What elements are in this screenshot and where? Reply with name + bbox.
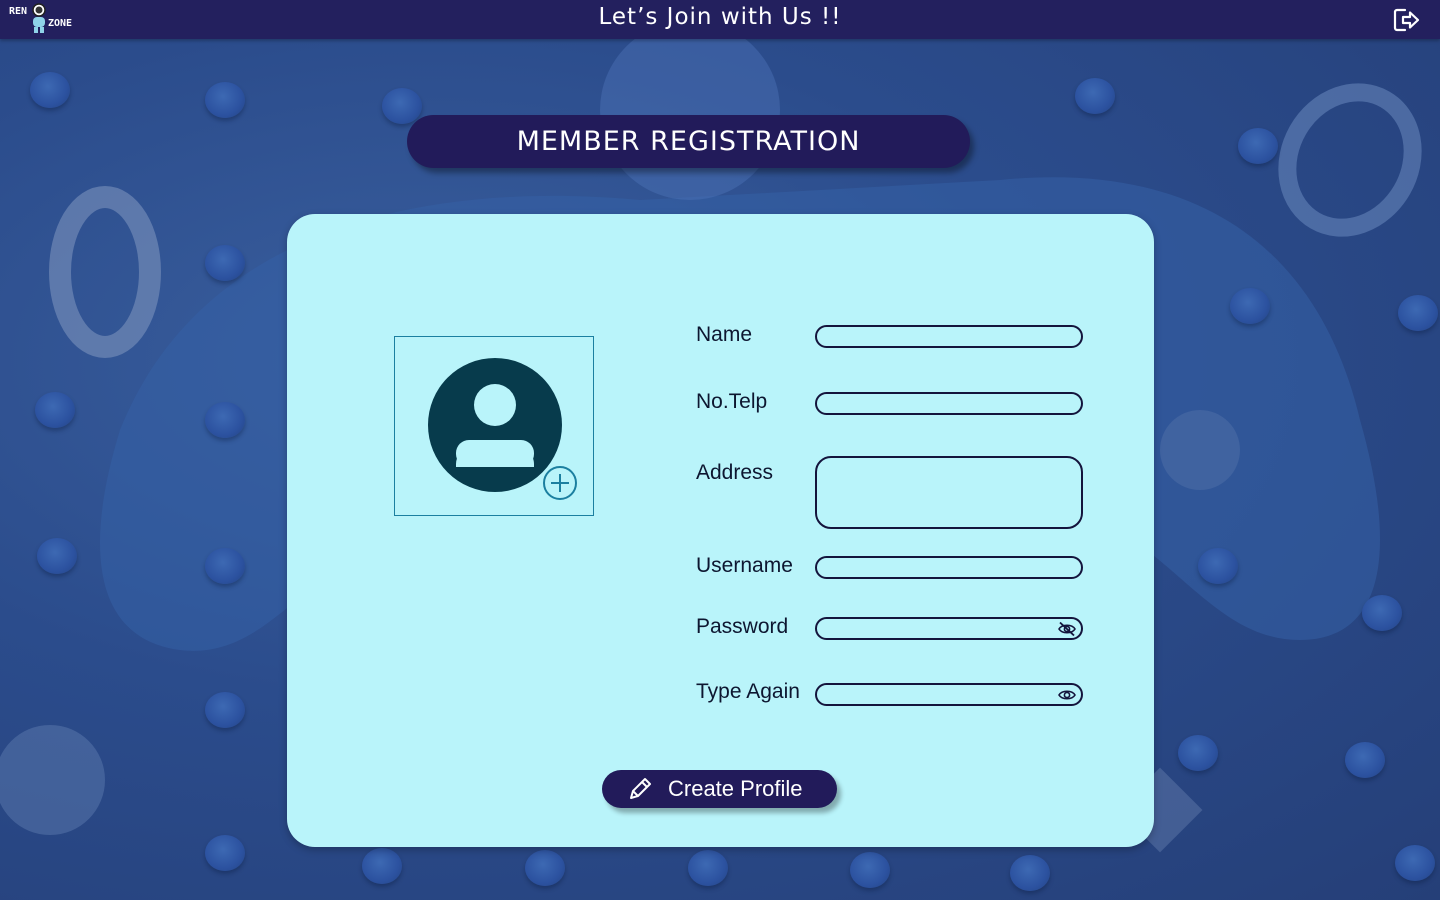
background-dot	[205, 835, 245, 871]
background-dot	[205, 82, 245, 118]
background-dot	[1398, 295, 1438, 331]
plus-circle-icon[interactable]	[542, 465, 578, 501]
background-dot	[688, 850, 728, 886]
background-dot	[1178, 735, 1218, 771]
address-field[interactable]	[815, 456, 1083, 529]
background-dot	[362, 848, 402, 884]
background-dot	[1075, 78, 1115, 114]
page-heading: Let’s Join with Us !!	[598, 4, 842, 30]
top-bar: REN ZONE Let’s Join with Us !!	[0, 0, 1440, 39]
username-field[interactable]	[815, 556, 1083, 579]
background-dot	[205, 245, 245, 281]
password-label: Password	[696, 615, 789, 638]
background-dot	[382, 88, 422, 124]
registration-banner: MEMBER REGISTRATION	[407, 115, 970, 168]
background-dot	[205, 402, 245, 438]
background-dot	[35, 392, 75, 428]
create-profile-button[interactable]: Create Profile	[602, 770, 837, 808]
background-dot	[850, 852, 890, 888]
phone-field[interactable]	[815, 392, 1083, 415]
background-dot	[205, 692, 245, 728]
background-dot	[37, 538, 77, 574]
background-dot	[1238, 128, 1278, 164]
password-field[interactable]	[815, 617, 1083, 640]
background-dot	[1198, 548, 1238, 584]
profile-photo-picker[interactable]	[394, 336, 594, 516]
confirm-password-label: Type Again	[696, 680, 800, 703]
background-dot	[1395, 845, 1435, 881]
confirm-password-field[interactable]	[815, 683, 1083, 706]
background-dot	[30, 72, 70, 108]
address-label: Address	[696, 461, 774, 484]
name-label: Name	[696, 323, 753, 346]
background-dot	[1010, 855, 1050, 891]
registration-card: Name No.Telp Address Username Password T…	[287, 214, 1154, 847]
background-dot	[1345, 742, 1385, 778]
background-dot	[525, 850, 565, 886]
background-dot	[1230, 288, 1270, 324]
logout-icon[interactable]	[1393, 7, 1421, 33]
create-profile-label: Create Profile	[668, 776, 803, 801]
username-label: Username	[696, 554, 793, 577]
background-dot	[1362, 595, 1402, 631]
pencil-icon	[630, 778, 651, 799]
background-dot	[205, 548, 245, 584]
eye-slash-icon[interactable]	[1057, 621, 1077, 637]
eye-icon[interactable]	[1057, 687, 1077, 703]
phone-label: No.Telp	[696, 390, 768, 413]
name-field[interactable]	[815, 325, 1083, 348]
